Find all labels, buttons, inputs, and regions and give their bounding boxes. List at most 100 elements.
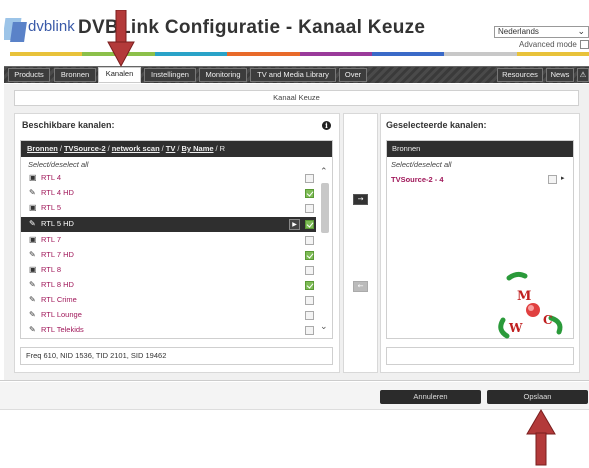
channel-row[interactable]: ✎ RTL 7 HD: [21, 248, 316, 263]
tv-icon: ▣: [29, 203, 37, 212]
expand-arrow-icon[interactable]: ▸: [561, 174, 565, 182]
header-color-bar: [10, 52, 589, 56]
available-channels-title: Beschikbare kanalen:: [22, 120, 115, 130]
channel-row[interactable]: ✎ RTL Telekids: [21, 323, 316, 338]
tv-icon: ▣: [29, 235, 37, 244]
main-nav: Products Bronnen Kanalen Instellingen Mo…: [4, 66, 589, 83]
tab-instellingen[interactable]: Instellingen: [144, 68, 196, 82]
language-value: Nederlands: [498, 27, 539, 36]
channel-checkbox[interactable]: [305, 251, 314, 260]
annotation-arrow-down-icon: [107, 10, 135, 68]
watermark-letter-m: M: [517, 289, 531, 304]
channel-name: RTL 5: [41, 203, 62, 212]
channel-checkbox[interactable]: [305, 204, 314, 213]
annotation-arrow-up-icon: [526, 409, 556, 466]
watermark-letter-w: W: [508, 321, 523, 335]
tab-products[interactable]: Products: [8, 68, 50, 82]
wrench-icon: ✎: [29, 295, 36, 304]
breadcrumb-tv[interactable]: TV: [166, 144, 176, 153]
remove-channel-button[interactable]: ←: [353, 281, 368, 292]
channel-row[interactable]: ▣ RTL 5: [21, 201, 316, 216]
selected-sources-header: Bronnen: [387, 141, 573, 157]
footer-divider: [0, 380, 589, 381]
channel-checkbox[interactable]: [305, 326, 314, 335]
channel-row-selected[interactable]: ✎ RTL 5 HD ▶: [21, 217, 316, 232]
channel-checkbox[interactable]: [305, 266, 314, 275]
channel-row[interactable]: ✎ RTL Lounge: [21, 308, 316, 323]
tab-monitoring[interactable]: Monitoring: [199, 68, 247, 82]
chevron-up-icon[interactable]: ⌃: [320, 167, 328, 177]
tab-over[interactable]: Over: [339, 68, 367, 82]
channel-row[interactable]: ▣ RTL 4: [21, 171, 316, 186]
channel-name: RTL 7 HD: [41, 250, 74, 259]
play-icon[interactable]: ▶: [289, 219, 300, 230]
tab-kanalen[interactable]: Kanalen: [98, 67, 141, 83]
advanced-mode-checkbox[interactable]: [580, 40, 589, 49]
watermark-letter-c: C: [543, 313, 553, 327]
wrench-icon: ✎: [29, 250, 36, 259]
tab-resources[interactable]: Resources: [497, 68, 543, 82]
channel-list-scrollbar[interactable]: ⌃ ⌄: [318, 167, 332, 338]
channel-checkbox[interactable]: [305, 296, 314, 305]
tab-news[interactable]: News: [546, 68, 574, 82]
channel-name: RTL 4: [41, 173, 62, 182]
wrench-icon: ✎: [29, 325, 36, 334]
channel-row[interactable]: ✎ RTL 8 HD: [21, 278, 316, 293]
scrollbar-thumb[interactable]: [321, 183, 329, 233]
channel-name: RTL Crime: [41, 295, 77, 304]
mwc-watermark-logo: M W C: [498, 271, 563, 339]
channel-name: RTL Telekids: [41, 325, 84, 334]
channel-name: RTL Lounge: [41, 310, 82, 319]
info-icon[interactable]: i: [322, 121, 331, 130]
channel-name: RTL 8: [41, 265, 62, 274]
channel-checkbox[interactable]: [305, 220, 314, 229]
chevron-down-icon: ⌄: [577, 26, 585, 36]
channel-checkbox[interactable]: [305, 236, 314, 245]
breadcrumb-bronnen[interactable]: Bronnen: [27, 144, 58, 153]
cancel-button[interactable]: Annuleren: [380, 390, 481, 404]
channel-checkbox[interactable]: [305, 281, 314, 290]
channel-name: RTL 4 HD: [41, 188, 74, 197]
wrench-icon: ✎: [29, 188, 36, 197]
channel-name: RTL 5 HD: [41, 219, 74, 228]
tab-tv-media-library[interactable]: TV and Media Library: [250, 68, 336, 82]
available-channels-list: Bronnen / TVSource-2/network scan / TV / By Na…: [20, 140, 333, 339]
breadcrumb-tvsource[interactable]: TVSource-2: [64, 144, 106, 153]
selected-info-field: [386, 347, 574, 365]
breadcrumb-current: R: [219, 144, 226, 153]
tab-bronnen[interactable]: Bronnen: [54, 68, 96, 82]
transfer-buttons-panel: [343, 113, 378, 373]
breadcrumb: Bronnen / TVSource-2/network scan / TV / By Na…: [21, 141, 332, 157]
section-title: Kanaal Keuze: [14, 90, 579, 106]
channel-row[interactable]: ✎ RTL Crime: [21, 293, 316, 308]
dvblink-config-window: dvblink DVBLink Configuratie - Kanaal Ke…: [0, 0, 589, 468]
channel-name: RTL 8 HD: [41, 280, 74, 289]
breadcrumb-network-scan[interactable]: network scan: [112, 144, 160, 153]
warning-icon[interactable]: ⚠: [577, 68, 589, 82]
select-all-link[interactable]: Select/deselect all: [28, 160, 88, 169]
channel-checkbox[interactable]: [305, 189, 314, 198]
tv-icon: ▣: [29, 265, 37, 274]
save-button[interactable]: Opslaan: [487, 390, 588, 404]
channel-checkbox[interactable]: [305, 174, 314, 183]
channel-row[interactable]: ✎ RTL 4 HD: [21, 186, 316, 201]
wrench-icon: ✎: [29, 219, 36, 228]
channel-row[interactable]: ▣ RTL 7: [21, 233, 316, 248]
channel-row[interactable]: ▣ RTL 8: [21, 263, 316, 278]
wrench-icon: ✎: [29, 280, 36, 289]
channel-name: RTL 7: [41, 235, 62, 244]
add-channel-button[interactable]: →: [353, 194, 368, 205]
selected-source-checkbox[interactable]: [548, 175, 557, 184]
selected-channels-title: Geselecteerde kanalen:: [386, 120, 487, 130]
select-all-selected-link[interactable]: Select/deselect all: [391, 160, 451, 169]
channel-info-field: Freq 610, NID 1536, TID 2101, SID 19462: [20, 347, 333, 365]
selected-source-item[interactable]: TVSource-2 - 4: [391, 175, 444, 184]
advanced-mode-label: Advanced mode: [519, 40, 577, 49]
chevron-down-icon[interactable]: ⌄: [320, 322, 328, 332]
logo-text: dvblink: [28, 18, 75, 35]
wrench-icon: ✎: [29, 310, 36, 319]
language-select[interactable]: Nederlands ⌄: [494, 26, 589, 38]
breadcrumb-by-name[interactable]: By Name: [181, 144, 213, 153]
tv-icon: ▣: [29, 173, 37, 182]
channel-checkbox[interactable]: [305, 311, 314, 320]
